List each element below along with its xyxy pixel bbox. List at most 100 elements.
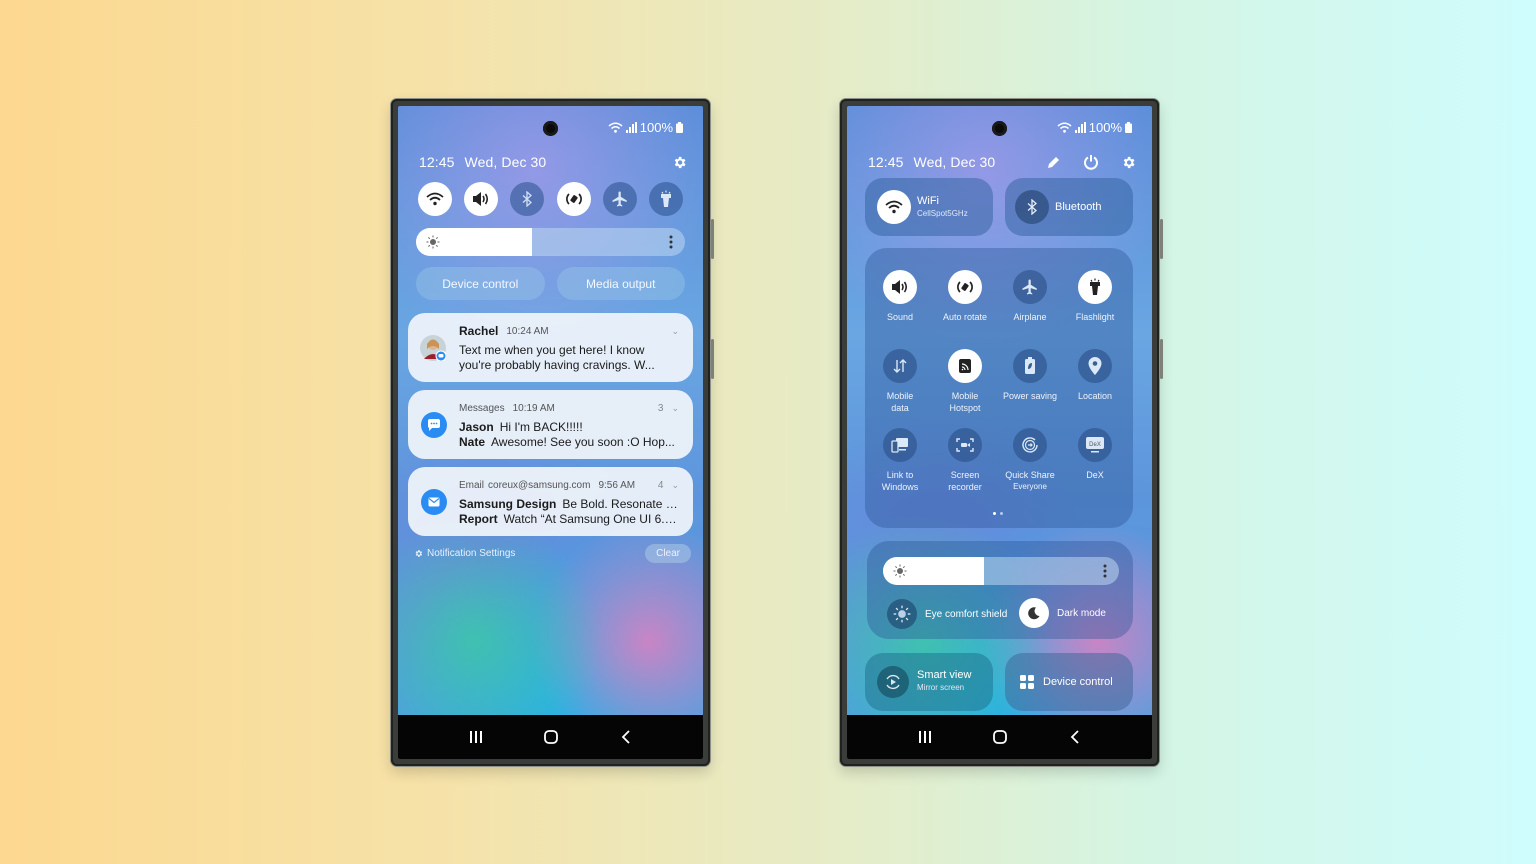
device-grid-icon: [1020, 675, 1034, 689]
device-control-tile[interactable]: Device control: [1005, 653, 1133, 711]
eye-comfort-toggle[interactable]: Eye comfort shield: [887, 599, 1007, 629]
flashlight-toggle[interactable]: [648, 182, 683, 216]
panel-buttons: Device control Media output: [416, 267, 685, 300]
notification-rachel[interactable]: Rachel 10:24 AM ⌄ Text me when you get h…: [408, 313, 693, 382]
wifi-signal-icon: [608, 122, 623, 133]
wifi-icon-circle: [877, 190, 911, 224]
tile-label: Airplane: [998, 311, 1062, 323]
quick-share-icon: [1013, 428, 1047, 462]
tile-label: Location: [1063, 390, 1127, 402]
notification-email[interactable]: Email coreux@samsung.com 9:56 AM 4 ⌄ Sam…: [408, 467, 693, 536]
gear-icon: [415, 549, 423, 557]
app-name: Messages: [459, 402, 505, 414]
tile-label: DeX: [1063, 469, 1127, 481]
notification-settings-link[interactable]: Notification Settings: [427, 548, 515, 559]
back-icon[interactable]: [1060, 725, 1090, 749]
back-icon[interactable]: [611, 725, 641, 749]
message-line: Nate Awesome! See you soon :O Hop...: [459, 435, 679, 450]
date-time-row: 12:45 Wed, Dec 30: [868, 152, 1138, 172]
device-control-label: Device control: [1043, 676, 1113, 688]
messages-app-icon: [421, 412, 447, 438]
notification-messages[interactable]: Messages 10:19 AM 3 ⌄ Jason Hi I'm BACK!!…: [408, 390, 693, 459]
brightness-slider[interactable]: [883, 557, 1119, 585]
rotate-icon: [565, 193, 582, 205]
tile-screen-recorder[interactable]: Screen recorder: [933, 428, 997, 493]
sender-name: Rachel: [459, 324, 499, 338]
expand-chevron-icon[interactable]: ⌄: [671, 480, 679, 491]
message-text: you're probably having cravings. W...: [459, 358, 655, 372]
settings-gear-icon[interactable]: [669, 152, 689, 172]
media-output-button[interactable]: Media output: [556, 267, 685, 300]
sound-toggle[interactable]: [464, 182, 499, 216]
tile-label-text: recorder: [948, 482, 982, 492]
tile-quick-share[interactable]: Quick Share Everyone: [998, 428, 1062, 493]
notification-time: 10:19 AM: [512, 402, 555, 414]
message-text: Be Bold. Resonate w...: [562, 497, 679, 511]
airplane-toggle[interactable]: [602, 182, 637, 216]
dex-icon: DeX: [1078, 428, 1112, 462]
tile-power-saving[interactable]: Power saving: [998, 349, 1062, 402]
clock: 12:45: [419, 154, 455, 170]
speaker-icon: [473, 192, 489, 206]
tile-label-text: Quick Share: [1005, 470, 1055, 480]
tile-label-text: Screen: [950, 470, 980, 480]
recent-apps-icon[interactable]: [910, 725, 940, 749]
tile-airplane[interactable]: Airplane: [998, 270, 1062, 323]
date: Wed, Dec 30: [464, 154, 547, 170]
edit-pencil-icon[interactable]: [1044, 152, 1064, 172]
tile-label-text: DeX: [1086, 470, 1104, 480]
message-text: Text me when you get here! I know: [459, 343, 645, 357]
dark-mode-toggle[interactable]: Dark mode: [1019, 598, 1106, 628]
tile-sound[interactable]: Sound: [868, 270, 932, 323]
rotate-icon: [948, 270, 982, 304]
wifi-toggle[interactable]: [418, 182, 452, 216]
auto-rotate-toggle[interactable]: [556, 182, 591, 216]
date: Wed, Dec 30: [913, 154, 996, 170]
tile-location[interactable]: Location: [1063, 349, 1127, 402]
location-pin-icon: [1078, 349, 1112, 383]
power-saving-icon: [1013, 349, 1047, 383]
expand-chevron-icon[interactable]: ⌄: [671, 403, 679, 414]
settings-gear-icon[interactable]: [1118, 152, 1138, 172]
dark-mode-label: Dark mode: [1057, 607, 1106, 619]
tile-label-text: data: [891, 403, 909, 413]
wifi-icon: [426, 192, 444, 206]
smart-view-tile[interactable]: Smart view Mirror screen: [865, 653, 993, 711]
bluetooth-toggle[interactable]: [510, 182, 545, 216]
tile-label-text: Airplane: [1013, 312, 1047, 322]
clear-button[interactable]: Clear: [645, 543, 691, 563]
message-line: Report Watch “At Samsung One UI 6.0...: [459, 512, 679, 527]
tile-dex[interactable]: DeX DeX: [1063, 428, 1127, 481]
brightness-slider[interactable]: [416, 228, 685, 256]
status-bar: 100%: [608, 120, 683, 135]
tile-label: Power saving: [998, 390, 1062, 402]
tile-label-text: Windows: [881, 482, 919, 492]
power-button: [1160, 339, 1163, 379]
tile-label-text: Location: [1077, 391, 1113, 401]
page-dot: [1000, 512, 1003, 515]
mobile-data-icon: [883, 349, 917, 383]
message-line: Samsung Design Be Bold. Resonate w...: [459, 497, 679, 512]
tile-label-text: Link to: [886, 470, 914, 480]
expand-chevron-icon[interactable]: ⌄: [671, 326, 679, 337]
tile-mobile-data[interactable]: Mobile data: [868, 349, 932, 414]
home-icon[interactable]: [985, 725, 1015, 749]
tile-flashlight[interactable]: Flashlight: [1063, 270, 1127, 323]
smart-view-icon: [877, 666, 909, 698]
more-options-icon[interactable]: [669, 235, 673, 249]
power-icon[interactable]: [1081, 152, 1101, 172]
quick-toggle-row: [418, 182, 683, 216]
more-options-icon[interactable]: [1103, 564, 1107, 578]
wifi-tile[interactable]: WiFi CellSpot5GHz: [865, 178, 993, 236]
notification-count: 4: [657, 479, 664, 491]
home-icon[interactable]: [536, 725, 566, 749]
tile-mobile-hotspot[interactable]: Mobile Hotspot: [933, 349, 997, 414]
volume-button: [711, 219, 714, 259]
device-control-button[interactable]: Device control: [416, 267, 545, 300]
wifi-network-name: CellSpot5GHz: [917, 209, 968, 218]
bluetooth-tile[interactable]: Bluetooth: [1005, 178, 1133, 236]
tile-link-to-windows[interactable]: Link to Windows: [868, 428, 932, 493]
tile-auto-rotate[interactable]: Auto rotate: [933, 270, 997, 323]
recent-apps-icon[interactable]: [461, 725, 491, 749]
display-panel: Eye comfort shield Dark mode: [867, 541, 1133, 639]
